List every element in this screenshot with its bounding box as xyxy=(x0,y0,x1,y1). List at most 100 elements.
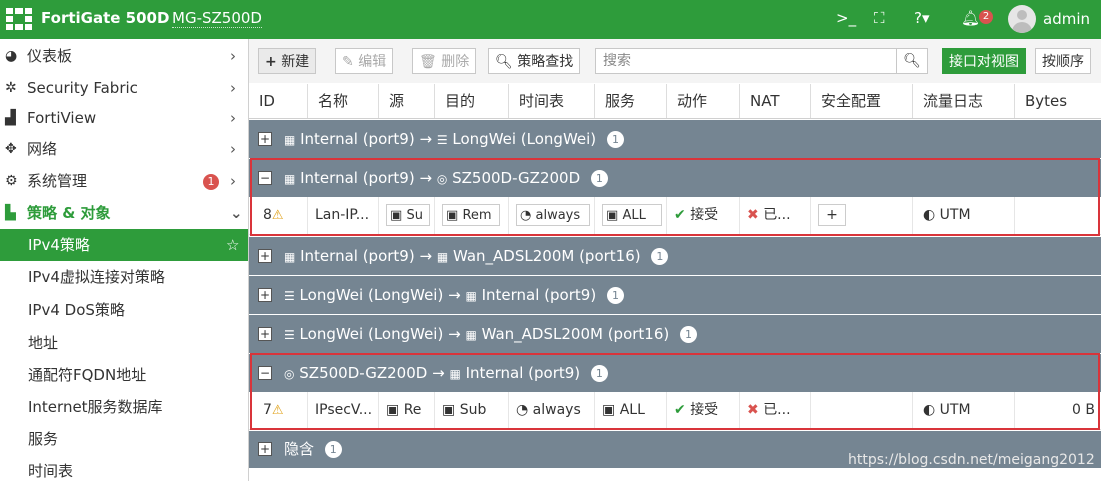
expand-icon[interactable]: + xyxy=(258,327,272,341)
delete-button-label: 删除 xyxy=(441,54,470,70)
sidebar-item-fortiview[interactable]: ▟ FortiView › xyxy=(0,102,248,134)
destination-interface: Internal (port9) xyxy=(481,286,597,304)
service-icon: ▣ xyxy=(602,402,616,418)
user-avatar[interactable] xyxy=(1008,5,1036,33)
policy-lookup-button[interactable]: 🔍︎ 策略查找 xyxy=(488,48,581,74)
add-security-profile-button[interactable]: + xyxy=(818,204,846,226)
policy-group[interactable]: + ▦ Internal (port9) → ☰ LongWei (LongWe… xyxy=(249,120,1101,158)
schedule-chip[interactable]: ◔ always xyxy=(516,204,590,226)
policy-icon: ▙ xyxy=(5,205,16,221)
help-icon[interactable]: ?▾ xyxy=(914,9,930,27)
interface-pair-view-button[interactable]: 接口对视图 xyxy=(942,48,1026,74)
sidebar-item-label: IPv4策略 xyxy=(28,236,90,254)
sidebar-item-label: IPv4虚拟连接对策略 xyxy=(28,268,165,286)
column-header-schedule[interactable]: 时间表 xyxy=(509,84,595,118)
destination-interface: LongWei (LongWei) xyxy=(452,130,597,148)
policy-group[interactable]: − ◎ SZ500D-GZ200D → ▦ Internal (port9) 1 xyxy=(249,354,1101,392)
sidebar-item-services[interactable]: 服务 xyxy=(0,423,248,455)
source-address[interactable]: Re xyxy=(404,402,422,418)
search-button[interactable]: 🔍︎ xyxy=(896,48,928,74)
source-interface: LongWei (LongWei) xyxy=(299,286,444,304)
policy-group[interactable]: − ▦ Internal (port9) → ◎ SZ500D-GZ200D 1 xyxy=(249,159,1101,197)
column-header-action[interactable]: 动作 xyxy=(667,84,740,118)
collapse-icon[interactable]: − xyxy=(258,171,272,185)
watermark: https://blog.csdn.net/meigang2012 xyxy=(848,452,1095,468)
sidebar-item-system[interactable]: ⚙ 系统管理 1 › xyxy=(0,165,248,197)
policy-group[interactable]: + ▦ Internal (port9) → ▦ Wan_ADSL200M (p… xyxy=(249,237,1101,275)
expand-icon[interactable]: + xyxy=(258,249,272,263)
sidebar-item-label: 时间表 xyxy=(28,462,74,480)
table-row[interactable]: 7⚠ IPsecV... ▣ Re ▣ Sub ◔ always ▣ ALL ✔… xyxy=(249,392,1101,430)
destination-interface: Wan_ADSL200M (port16) xyxy=(452,247,641,265)
column-header-name[interactable]: 名称 xyxy=(308,84,379,118)
security-profiles-cell[interactable] xyxy=(811,392,913,429)
column-header-source[interactable]: 源 xyxy=(379,84,435,118)
collapse-icon[interactable]: − xyxy=(258,366,272,380)
plus-icon: + xyxy=(265,54,277,70)
sidebar-item-dashboard[interactable]: ◕ 仪表板 › xyxy=(0,40,248,72)
column-header-id[interactable]: ID xyxy=(249,84,308,118)
sequence-view-button[interactable]: 按顺序 xyxy=(1035,48,1091,74)
destination-address-chip[interactable]: ▣ Rem xyxy=(442,204,500,226)
arrow-icon: → xyxy=(419,247,433,265)
sidebar-item-internet-service-db[interactable]: Internet服务数据库 xyxy=(0,391,248,423)
action: 接受 xyxy=(690,402,719,418)
expand-icon[interactable]: + xyxy=(258,288,272,302)
source-address-chip[interactable]: ▣ Su xyxy=(386,204,430,226)
column-header-destination[interactable]: 目的 xyxy=(435,84,509,118)
cli-console-icon[interactable]: >_ xyxy=(836,9,856,27)
delete-button[interactable]: 🗑︎ 删除 xyxy=(412,48,477,74)
sidebar-item-addresses[interactable]: 地址 xyxy=(0,327,248,359)
sidebar-item-label: Security Fabric xyxy=(27,79,138,97)
sidebar-item-ipv4-dos[interactable]: IPv4 DoS策略 xyxy=(0,294,248,326)
service-chip[interactable]: ▣ ALL xyxy=(602,204,662,226)
column-header-service[interactable]: 服务 xyxy=(595,84,667,118)
destination-address[interactable]: Sub xyxy=(460,402,487,418)
star-icon[interactable]: ☆ xyxy=(226,229,239,261)
service[interactable]: ALL xyxy=(620,402,645,418)
column-header-security-profiles[interactable]: 安全配置 xyxy=(811,84,913,118)
sidebar-item-label: 系统管理 xyxy=(27,172,88,190)
bell-icon[interactable]: 🔔︎ xyxy=(961,9,980,27)
expand-icon[interactable]: + xyxy=(258,442,272,456)
implicit-label: 隐含 xyxy=(284,440,315,458)
new-button[interactable]: + 新建 xyxy=(258,48,317,74)
address-icon: ▣ xyxy=(386,402,400,418)
interface-port-icon: ▦ xyxy=(284,172,296,186)
policy-name[interactable]: IPsecV... xyxy=(308,392,379,429)
check-icon: ✔ xyxy=(674,402,686,418)
wifi-icon: ☰ xyxy=(284,328,295,342)
log-mode: UTM xyxy=(939,402,971,418)
column-header-log[interactable]: 流量日志 xyxy=(913,84,1015,118)
username-menu[interactable]: admin xyxy=(1043,10,1090,28)
sidebar-item-schedules[interactable]: 时间表 xyxy=(0,455,248,487)
policy-group[interactable]: + ☰ LongWei (LongWei) → ▦ Wan_ADSL200M (… xyxy=(249,315,1101,353)
clock-icon: ◔ xyxy=(520,208,532,223)
column-header-nat[interactable]: NAT xyxy=(740,84,811,118)
search-input[interactable] xyxy=(595,48,897,74)
policy-lookup-label: 策略查找 xyxy=(517,54,574,70)
sidebar-item-ipv4-virtual-wire[interactable]: IPv4虚拟连接对策略 xyxy=(0,261,248,293)
schedule: always xyxy=(535,208,581,223)
expand-icon[interactable]: + xyxy=(258,132,272,146)
edit-button[interactable]: ✎ 编辑 xyxy=(335,48,394,74)
sidebar-item-wildcard-fqdn[interactable]: 通配符FQDN地址 xyxy=(0,359,248,391)
fullscreen-icon[interactable]: ⛶ xyxy=(874,9,885,27)
chevron-right-icon: › xyxy=(230,172,236,190)
sidebar-item-network[interactable]: ✥ 网络 › xyxy=(0,133,248,165)
notification-badge: 2 xyxy=(979,10,993,24)
edit-button-label: 编辑 xyxy=(358,54,387,70)
column-header-bytes[interactable]: Bytes xyxy=(1015,84,1101,118)
schedule[interactable]: always xyxy=(533,402,581,418)
table-row[interactable]: 8⚠ Lan-IP... ▣ Su ▣ Rem ◔ always ▣ ALL ✔… xyxy=(249,197,1101,235)
trash-icon: 🗑︎ xyxy=(419,54,437,70)
policy-name[interactable]: Lan-IP... xyxy=(308,197,379,234)
sidebar-item-policy-objects[interactable]: ▙ 策略 & 对象 ⌄ xyxy=(0,197,248,229)
arrow-icon: → xyxy=(448,286,461,304)
sidebar-item-label: 通配符FQDN地址 xyxy=(28,366,147,384)
sidebar-item-ipv4-policy[interactable]: IPv4策略 ☆ xyxy=(0,229,248,261)
policy-count-badge: 1 xyxy=(651,248,669,265)
hostname[interactable]: MG-SZ500D xyxy=(172,9,262,28)
policy-group[interactable]: + ☰ LongWei (LongWei) → ▦ Internal (port… xyxy=(249,276,1101,314)
sidebar-item-security-fabric[interactable]: ✲ Security Fabric › xyxy=(0,72,248,104)
